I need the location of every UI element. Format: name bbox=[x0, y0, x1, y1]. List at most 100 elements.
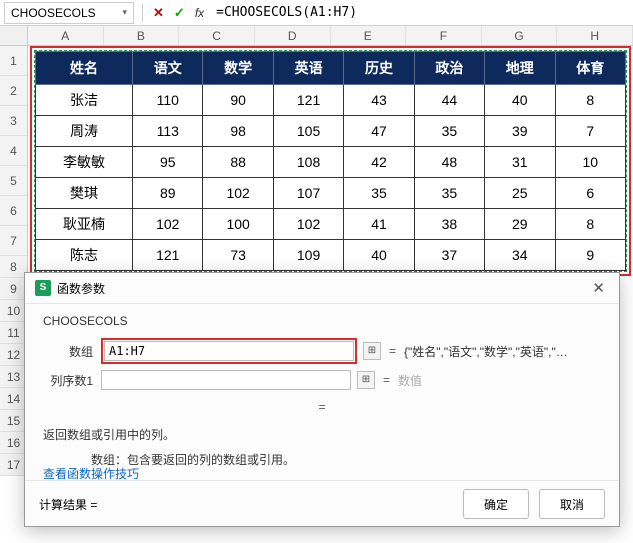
table-cell[interactable]: 43 bbox=[344, 85, 414, 116]
table-header-cell[interactable]: 姓名 bbox=[36, 52, 133, 85]
formula-cancel-icon[interactable]: ✕ bbox=[153, 5, 164, 21]
table-cell[interactable]: 44 bbox=[414, 85, 484, 116]
row-header[interactable]: 6 bbox=[0, 196, 27, 226]
row-header[interactable]: 2 bbox=[0, 76, 27, 106]
table-cell[interactable]: 100 bbox=[203, 209, 273, 240]
ok-button[interactable]: 确定 bbox=[463, 489, 529, 519]
argument-input[interactable] bbox=[104, 341, 354, 361]
name-box[interactable]: CHOOSECOLS ▾ bbox=[4, 2, 134, 24]
table-header-cell[interactable]: 地理 bbox=[485, 52, 555, 85]
table-cell[interactable]: 48 bbox=[414, 147, 484, 178]
argument-row: 列序数1⊞=数值 bbox=[43, 370, 601, 390]
row-header[interactable]: 17 bbox=[0, 454, 27, 476]
column-header[interactable]: C bbox=[179, 26, 255, 45]
table-cell[interactable]: 6 bbox=[555, 178, 626, 209]
row-header[interactable]: 12 bbox=[0, 344, 27, 366]
table-cell[interactable]: 樊琪 bbox=[36, 178, 133, 209]
help-link[interactable]: 查看函数操作技巧 bbox=[43, 465, 139, 482]
table-cell[interactable]: 35 bbox=[344, 178, 414, 209]
table-cell[interactable]: 8 bbox=[555, 85, 626, 116]
table-cell[interactable]: 耿亚楠 bbox=[36, 209, 133, 240]
row-header[interactable]: 9 bbox=[0, 278, 27, 300]
table-header-cell[interactable]: 英语 bbox=[273, 52, 343, 85]
column-header[interactable]: D bbox=[255, 26, 331, 45]
table-cell[interactable]: 73 bbox=[203, 240, 273, 271]
fx-icon[interactable]: fx bbox=[195, 6, 204, 20]
table-cell[interactable]: 102 bbox=[203, 178, 273, 209]
row-header[interactable]: 14 bbox=[0, 388, 27, 410]
table-cell[interactable]: 29 bbox=[485, 209, 555, 240]
table-cell[interactable]: 38 bbox=[414, 209, 484, 240]
row-header[interactable]: 10 bbox=[0, 300, 27, 322]
table-cell[interactable]: 98 bbox=[203, 116, 273, 147]
table-cell[interactable]: 121 bbox=[133, 240, 203, 271]
argument-input[interactable] bbox=[101, 370, 351, 390]
row-header[interactable]: 13 bbox=[0, 366, 27, 388]
formula-accept-icon[interactable]: ✓ bbox=[174, 5, 185, 21]
dialog-titlebar[interactable]: S 函数参数 ✕ bbox=[25, 273, 619, 304]
table-cell[interactable]: 35 bbox=[414, 116, 484, 147]
table-cell[interactable]: 10 bbox=[555, 147, 626, 178]
table-cell[interactable]: 108 bbox=[273, 147, 343, 178]
column-header[interactable]: E bbox=[331, 26, 407, 45]
table-cell[interactable]: 88 bbox=[203, 147, 273, 178]
table-cell[interactable]: 周涛 bbox=[36, 116, 133, 147]
table-row: 樊琪891021073535256 bbox=[36, 178, 626, 209]
table-cell[interactable]: 7 bbox=[555, 116, 626, 147]
table-cell[interactable]: 102 bbox=[133, 209, 203, 240]
row-header[interactable]: 4 bbox=[0, 136, 27, 166]
table-cell[interactable]: 42 bbox=[344, 147, 414, 178]
row-header[interactable]: 1 bbox=[0, 46, 27, 76]
table-cell[interactable]: 109 bbox=[273, 240, 343, 271]
column-header[interactable]: B bbox=[104, 26, 180, 45]
row-header[interactable]: 5 bbox=[0, 166, 27, 196]
table-cell[interactable]: 113 bbox=[133, 116, 203, 147]
row-header[interactable]: 8 bbox=[0, 256, 27, 278]
table-cell[interactable]: 8 bbox=[555, 209, 626, 240]
table-cell[interactable]: 9 bbox=[555, 240, 626, 271]
table-header-cell[interactable]: 数学 bbox=[203, 52, 273, 85]
table-cell[interactable]: 102 bbox=[273, 209, 343, 240]
chevron-down-icon[interactable]: ▾ bbox=[122, 7, 127, 18]
table-cell[interactable]: 31 bbox=[485, 147, 555, 178]
row-header[interactable]: 3 bbox=[0, 106, 27, 136]
range-picker-icon[interactable]: ⊞ bbox=[357, 371, 375, 389]
row-header[interactable]: 15 bbox=[0, 410, 27, 432]
column-header[interactable]: A bbox=[28, 26, 104, 45]
table-cell[interactable]: 105 bbox=[273, 116, 343, 147]
table-header-cell[interactable]: 体育 bbox=[555, 52, 626, 85]
table-cell[interactable]: 25 bbox=[485, 178, 555, 209]
cancel-button[interactable]: 取消 bbox=[539, 489, 605, 519]
table-cell[interactable]: 34 bbox=[485, 240, 555, 271]
table-cell[interactable]: 41 bbox=[344, 209, 414, 240]
formula-input[interactable] bbox=[210, 5, 633, 20]
table-header-cell[interactable]: 语文 bbox=[133, 52, 203, 85]
column-header[interactable]: H bbox=[557, 26, 633, 45]
table-cell[interactable]: 95 bbox=[133, 147, 203, 178]
table-header-cell[interactable]: 政治 bbox=[414, 52, 484, 85]
close-icon[interactable]: ✕ bbox=[588, 279, 609, 297]
table-row: 李敏敏958810842483110 bbox=[36, 147, 626, 178]
table-cell[interactable]: 40 bbox=[485, 85, 555, 116]
row-header[interactable]: 7 bbox=[0, 226, 27, 256]
table-cell[interactable]: 110 bbox=[133, 85, 203, 116]
table-header-cell[interactable]: 历史 bbox=[344, 52, 414, 85]
table-cell[interactable]: 39 bbox=[485, 116, 555, 147]
table-cell[interactable]: 107 bbox=[273, 178, 343, 209]
table-cell[interactable]: 张洁 bbox=[36, 85, 133, 116]
range-picker-icon[interactable]: ⊞ bbox=[363, 342, 381, 360]
column-header[interactable]: F bbox=[406, 26, 482, 45]
row-header[interactable]: 16 bbox=[0, 432, 27, 454]
column-header[interactable]: G bbox=[482, 26, 558, 45]
table-cell[interactable]: 90 bbox=[203, 85, 273, 116]
table-cell[interactable]: 陈志 bbox=[36, 240, 133, 271]
table-cell[interactable]: 37 bbox=[414, 240, 484, 271]
table-cell[interactable]: 40 bbox=[344, 240, 414, 271]
table-cell[interactable]: 121 bbox=[273, 85, 343, 116]
table-cell[interactable]: 35 bbox=[414, 178, 484, 209]
table-cell[interactable]: 89 bbox=[133, 178, 203, 209]
table-cell[interactable]: 47 bbox=[344, 116, 414, 147]
select-all-corner[interactable] bbox=[0, 26, 28, 45]
table-cell[interactable]: 李敏敏 bbox=[36, 147, 133, 178]
row-header[interactable]: 11 bbox=[0, 322, 27, 344]
